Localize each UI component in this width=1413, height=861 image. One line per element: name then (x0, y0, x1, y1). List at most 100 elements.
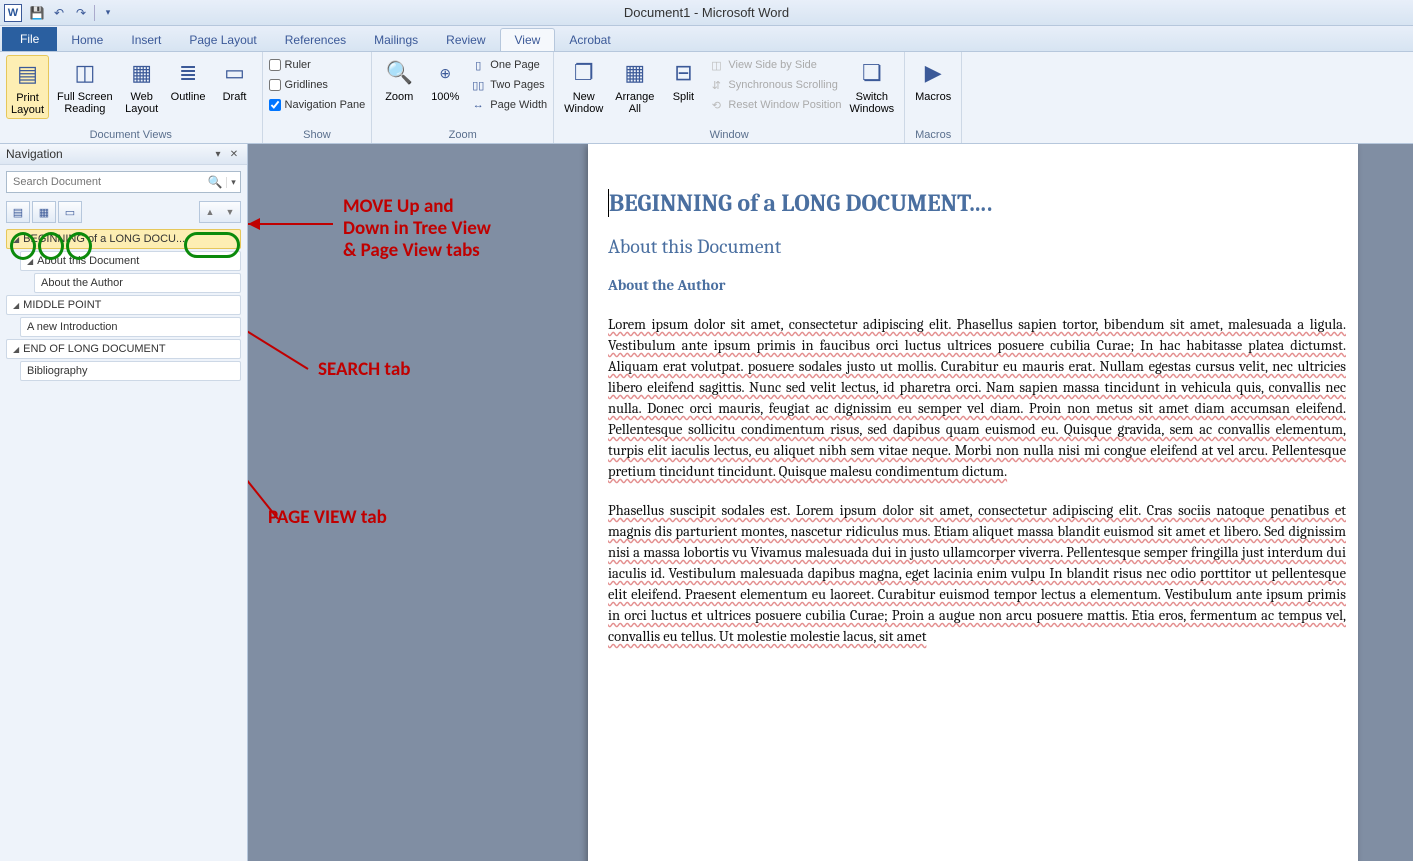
ruler-checkbox[interactable]: Ruler (269, 55, 366, 75)
zoom-button[interactable]: 🔍 Zoom (378, 55, 420, 105)
body-paragraph-1: Lorem ipsum dolor sit amet, consectetur … (608, 314, 1346, 482)
qat-redo-icon[interactable]: ↷ (70, 3, 92, 23)
nav-tab-tree-view[interactable]: ▤ (6, 201, 30, 223)
group-zoom-label: Zoom (378, 128, 547, 143)
one-page-icon: ▯ (470, 57, 486, 73)
nav-tree-item[interactable]: ◢About this Document (20, 251, 241, 271)
web-layout-label: Web Layout (125, 91, 158, 115)
nav-tree-item[interactable]: About the Author (34, 273, 241, 293)
ribbon-body: ▤ Print Layout ◫ Full Screen Reading ▦ W… (0, 52, 1413, 144)
split-button[interactable]: ⊟ Split (662, 55, 704, 105)
heading-1: BEGINNING of a LONG DOCUMENT…. (608, 189, 1346, 217)
nav-pane-header: Navigation ▾ ✕ (0, 144, 247, 165)
page-width-label: Page Width (490, 99, 547, 111)
page-width-button[interactable]: ↔Page Width (470, 95, 547, 115)
group-zoom: 🔍 Zoom ⊕ 100% ▯ One Page ▯▯Two Pages ↔Pag… (372, 52, 554, 143)
nav-prev-button[interactable]: ▲ (200, 202, 220, 222)
split-icon: ⊟ (667, 57, 699, 89)
group-macros: ▶ Macros Macros (905, 52, 962, 143)
print-layout-label: Print Layout (11, 92, 44, 116)
new-window-label: New Window (564, 91, 603, 115)
nav-pane-menu-icon[interactable]: ▾ (211, 147, 225, 161)
one-page-button[interactable]: ▯ One Page (470, 55, 547, 75)
nav-tree-item[interactable]: A new Introduction (20, 317, 241, 337)
full-screen-reading-button[interactable]: ◫ Full Screen Reading (53, 55, 117, 117)
group-document-views: ▤ Print Layout ◫ Full Screen Reading ▦ W… (0, 52, 263, 143)
nav-pane-close-icon[interactable]: ✕ (227, 147, 241, 161)
nav-tree-item-label: MIDDLE POINT (23, 299, 101, 311)
nav-tree-item[interactable]: Bibliography (20, 361, 241, 381)
word-app-icon: W (4, 4, 22, 22)
nav-tab-page-view[interactable]: ▦ (32, 201, 56, 223)
print-layout-button[interactable]: ▤ Print Layout (6, 55, 49, 119)
qat-undo-icon[interactable]: ↶ (48, 3, 70, 23)
switch-windows-label: Switch Windows (850, 91, 895, 115)
document-page[interactable]: BEGINNING of a LONG DOCUMENT…. About thi… (588, 144, 1358, 861)
nav-tree-item-label: BEGINNING of a LONG DOCU... (23, 233, 185, 245)
navigation-pane-checkbox[interactable]: Navigation Pane (269, 95, 366, 115)
nav-tree-item[interactable]: ◢ BEGINNING of a LONG DOCU... (6, 229, 241, 249)
one-page-label: One Page (490, 59, 540, 71)
switch-windows-button[interactable]: ❏ Switch Windows (846, 55, 899, 117)
web-layout-icon: ▦ (126, 57, 158, 89)
search-icon[interactable]: 🔍 (204, 175, 226, 189)
document-canvas: BEGINNING of a LONG DOCUMENT…. About thi… (248, 144, 1413, 861)
tab-home[interactable]: Home (57, 29, 117, 51)
tab-file[interactable]: File (2, 27, 57, 51)
arrange-all-label: Arrange All (615, 91, 654, 115)
draft-button[interactable]: ▭ Draft (214, 55, 256, 105)
qat-save-icon[interactable]: 💾 (26, 3, 48, 23)
body-paragraph-2: Phasellus suscipit sodales est. Lorem ip… (608, 500, 1346, 647)
group-document-views-label: Document Views (6, 128, 256, 143)
tab-review[interactable]: Review (432, 29, 499, 51)
new-window-button[interactable]: ❐ New Window (560, 55, 607, 117)
window-title: Document1 - Microsoft Word (624, 5, 789, 20)
caret-icon: ◢ (13, 301, 19, 310)
caret-icon: ◢ (13, 235, 19, 244)
nav-tree: ◢BEGINNING of a LONG DOCU...◢About this … (0, 229, 247, 383)
tab-view[interactable]: View (500, 28, 556, 51)
tab-insert[interactable]: Insert (117, 29, 175, 51)
synchronous-scrolling-button: ⇵ Synchronous Scrolling (708, 75, 841, 95)
tab-references[interactable]: References (271, 29, 360, 51)
tab-acrobat[interactable]: Acrobat (555, 29, 624, 51)
nav-search-input[interactable] (7, 176, 204, 188)
zoom-100-label: 100% (431, 91, 459, 103)
nav-tree-item[interactable]: ◢ MIDDLE POINT (6, 295, 241, 315)
nav-tree-item-label: END OF LONG DOCUMENT (23, 343, 165, 355)
zoom-100-icon: ⊕ (429, 57, 461, 89)
annotation-move: MOVE Up and Down in Tree View & Page Vie… (343, 196, 491, 262)
tab-page-layout[interactable]: Page Layout (175, 29, 270, 51)
nav-tree-item-label: About this Document (37, 255, 139, 267)
switch-windows-icon: ❏ (856, 57, 888, 89)
search-dropdown-icon[interactable]: ▾ (226, 177, 240, 188)
two-pages-button[interactable]: ▯▯Two Pages (470, 75, 547, 95)
gridlines-label: Gridlines (285, 79, 328, 91)
annotation-pageview: PAGE VIEW tab (268, 506, 387, 529)
zoom-100-button[interactable]: ⊕ 100% (424, 55, 466, 105)
draft-label: Draft (223, 91, 247, 103)
qat-customize-icon[interactable]: ▾ (97, 3, 119, 23)
side-by-side-label: View Side by Side (728, 59, 816, 71)
group-window: ❐ New Window ▦ Arrange All ⊟ Split ◫View… (554, 52, 905, 143)
nav-tree-item[interactable]: ◢END OF LONG DOCUMENT (6, 339, 241, 359)
nav-tree-item-label: A new Introduction (27, 321, 118, 333)
nav-next-button[interactable]: ▼ (220, 202, 240, 222)
sync-scroll-icon: ⇵ (708, 77, 724, 93)
macros-button[interactable]: ▶ Macros (911, 55, 955, 105)
view-side-by-side-button: ◫View Side by Side (708, 55, 841, 75)
arrange-all-button[interactable]: ▦ Arrange All (611, 55, 658, 117)
gridlines-checkbox[interactable]: Gridlines (269, 75, 366, 95)
reset-pos-icon: ⟲ (708, 97, 724, 113)
tab-mailings[interactable]: Mailings (360, 29, 432, 51)
new-window-icon: ❐ (568, 57, 600, 89)
full-screen-icon: ◫ (69, 57, 101, 89)
sync-scroll-label: Synchronous Scrolling (728, 79, 837, 91)
nav-tab-search-results[interactable]: ▭ (58, 201, 82, 223)
content-area: Navigation ▾ ✕ 🔍 ▾ ▤ ▦ ▭ ▲ ▼ ◢ BEGINNING … (0, 144, 1413, 861)
web-layout-button[interactable]: ▦ Web Layout (121, 55, 163, 117)
group-macros-label: Macros (911, 128, 955, 143)
nav-search-box[interactable]: 🔍 ▾ (6, 171, 241, 193)
ribbon-tab-strip: File Home Insert Page Layout References … (0, 26, 1413, 52)
outline-button[interactable]: ≣ Outline (167, 55, 210, 105)
